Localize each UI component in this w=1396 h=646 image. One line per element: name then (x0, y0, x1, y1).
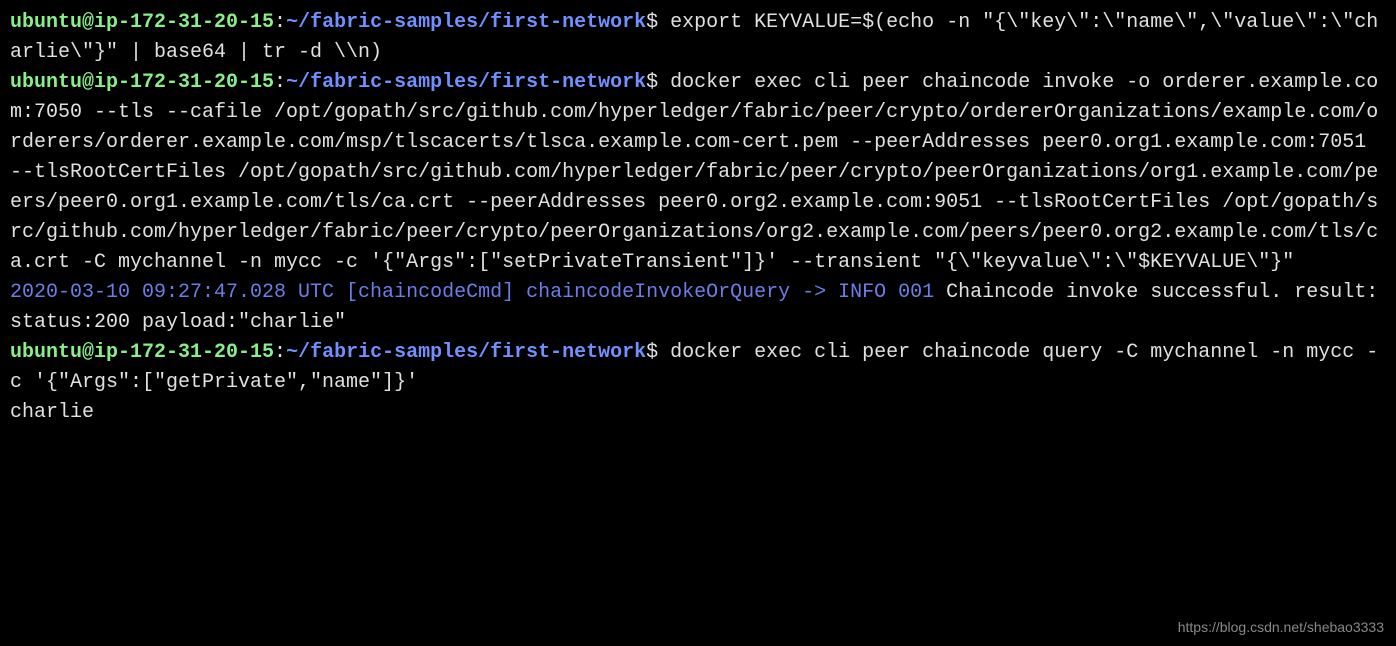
prompt-path: ~/fabric-samples/first-network (286, 11, 646, 34)
log-timestamp-info: 2020-03-10 09:27:47.028 UTC [chaincodeCm… (10, 281, 934, 304)
prompt-colon: : (274, 71, 286, 94)
prompt-user-host: ubuntu@ip-172-31-20-15 (10, 71, 274, 94)
prompt-user-host: ubuntu@ip-172-31-20-15 (10, 341, 274, 364)
query-output: charlie (10, 401, 94, 424)
terminal-output[interactable]: ubuntu@ip-172-31-20-15:~/fabric-samples/… (10, 8, 1386, 428)
prompt-colon: : (274, 341, 286, 364)
prompt-path: ~/fabric-samples/first-network (286, 71, 646, 94)
watermark-text: https://blog.csdn.net/shebao3333 (1178, 617, 1384, 638)
prompt-colon: : (274, 11, 286, 34)
prompt-dollar: $ (646, 11, 658, 34)
prompt-path: ~/fabric-samples/first-network (286, 341, 646, 364)
prompt-user-host: ubuntu@ip-172-31-20-15 (10, 11, 274, 34)
prompt-dollar: $ (646, 71, 658, 94)
command-2: docker exec cli peer chaincode invoke -o… (10, 71, 1378, 274)
prompt-dollar: $ (646, 341, 658, 364)
